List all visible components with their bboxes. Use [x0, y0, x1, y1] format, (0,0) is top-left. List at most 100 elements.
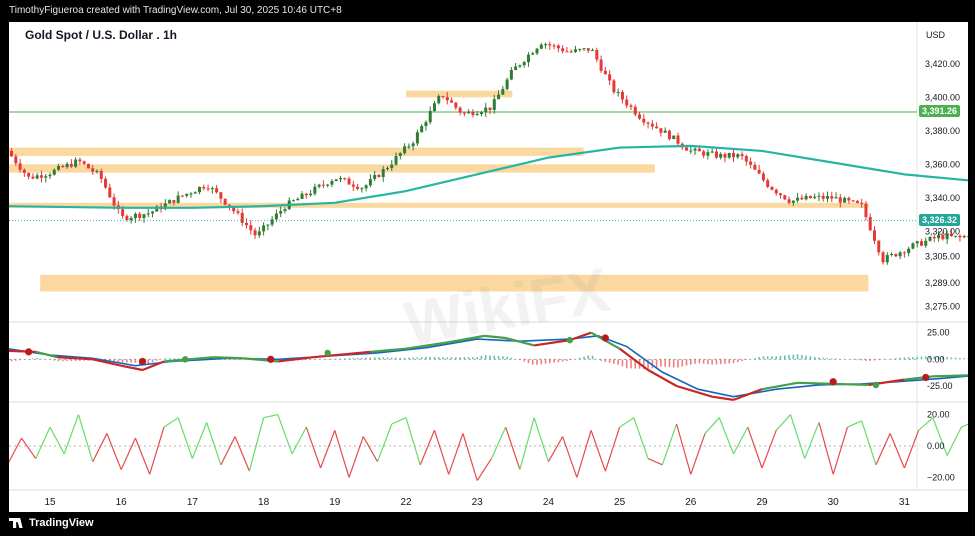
candle-body: [274, 213, 278, 220]
price-tick-label: 3,360.00: [925, 159, 960, 169]
candle-body: [509, 70, 513, 80]
candle-body: [338, 178, 342, 180]
time-tick-label: 15: [44, 497, 56, 508]
candle-body: [821, 195, 825, 199]
oscillator-line-segment: [334, 430, 350, 478]
candle-body: [847, 197, 851, 201]
candle-body: [556, 45, 560, 49]
oscillator-line-segment: [348, 436, 364, 478]
macd-line-segment: [932, 374, 968, 378]
candle-body: [855, 200, 859, 203]
candle-body: [219, 192, 223, 199]
oscillator-line-segment: [63, 414, 80, 455]
oscillator-line-segment: [319, 430, 336, 469]
candle-body: [548, 44, 552, 46]
oscillator-line-segment: [704, 417, 720, 434]
candle-body: [138, 213, 142, 218]
macd-line-segment: [120, 364, 143, 372]
oscillator-line-segment: [690, 433, 706, 475]
candle-body: [573, 49, 577, 52]
candle-body: [411, 143, 415, 147]
oscillator-line-segment: [604, 426, 621, 472]
oscillator-line-segment: [889, 433, 905, 469]
candle-body: [911, 243, 915, 249]
candle-body: [488, 107, 492, 110]
candle-body: [894, 253, 898, 257]
candle-body: [518, 65, 522, 67]
candle-body: [151, 211, 155, 214]
candle-body: [655, 126, 659, 129]
candle-body: [885, 255, 889, 263]
candle-body: [185, 193, 189, 196]
macd-bearish-cross-marker: [922, 373, 930, 382]
macd-bullish-cross-marker: [872, 381, 880, 389]
candle-body: [31, 176, 35, 179]
candle-body: [146, 213, 150, 215]
candle-body: [565, 51, 569, 53]
candle-body: [561, 48, 565, 52]
tradingview-brand-text: TradingView: [29, 517, 94, 529]
price-tick-label: 3,275.00: [925, 302, 960, 312]
candle-body: [531, 53, 535, 55]
macd-line-segment: [505, 336, 535, 347]
macd-line-segment: [711, 395, 734, 401]
oscillator-line-segment: [789, 414, 806, 459]
candle-body: [539, 44, 543, 49]
oscillator-line-segment: [120, 437, 136, 470]
candle-body: [44, 176, 48, 178]
candle-body: [266, 224, 270, 226]
oscillator-line-segment: [946, 426, 962, 456]
attribution-text: TimothyFigueroa created with TradingView…: [9, 5, 342, 16]
candle-body: [69, 163, 73, 167]
oscillator-line-segment: [847, 420, 862, 428]
candle-body: [403, 146, 407, 154]
candle-body: [18, 163, 22, 170]
candle-body: [625, 99, 629, 106]
candle-body: [744, 156, 748, 162]
support-resistance-zone: [40, 274, 869, 292]
chart-canvas[interactable]: 3,420.00 3,400.00 3,380.00 3,360.00 3,340.00…: [9, 22, 968, 512]
candle-body: [52, 169, 56, 175]
oscillator-line-segment: [49, 426, 65, 455]
candle-body: [223, 198, 227, 205]
candle-body: [505, 79, 509, 90]
oscillator-line-segment: [177, 417, 193, 459]
oscillator-line-segment: [106, 433, 122, 470]
oscillator-line-segment: [234, 436, 250, 472]
candle-body: [270, 219, 274, 225]
candle-body: [898, 252, 902, 257]
oscillator-line-segment: [149, 426, 165, 475]
candle-body: [176, 195, 180, 203]
oscillator-tick-label: −20.00: [927, 472, 955, 482]
time-tick-label: 23: [472, 497, 484, 508]
tradingview-logo[interactable]: TradingView: [9, 517, 94, 529]
oscillator-line-segment: [490, 426, 507, 459]
candle-body: [257, 231, 261, 236]
oscillator-line-segment: [35, 426, 51, 459]
candle-body: [292, 200, 296, 202]
candle-body: [253, 230, 257, 236]
candle-body: [693, 148, 697, 151]
oscillator-line-segment: [9, 437, 23, 463]
candle-body: [868, 217, 872, 231]
oscillator-line-segment: [804, 422, 820, 459]
candle-body: [279, 211, 283, 214]
candle-body: [834, 197, 838, 199]
oscillator-line-segment: [77, 414, 94, 462]
candle-body: [757, 169, 761, 174]
candle-body: [753, 164, 757, 170]
candle-body: [236, 211, 240, 213]
candle-body: [450, 100, 454, 103]
candle-body: [125, 215, 129, 221]
price-tick-label: 3,340.00: [925, 193, 960, 203]
macd-line-segment: [484, 334, 506, 340]
candle-body: [663, 130, 667, 133]
oscillator-line-segment: [818, 422, 834, 475]
chart-area[interactable]: 3,420.00 3,400.00 3,380.00 3,360.00 3,340.00…: [9, 22, 968, 512]
candle-body: [697, 148, 701, 152]
candle-body: [108, 187, 112, 198]
price-tick-label: 3,305.00: [925, 251, 960, 261]
candle-body: [817, 195, 821, 197]
candle-body: [326, 184, 330, 186]
candle-body: [78, 159, 82, 162]
